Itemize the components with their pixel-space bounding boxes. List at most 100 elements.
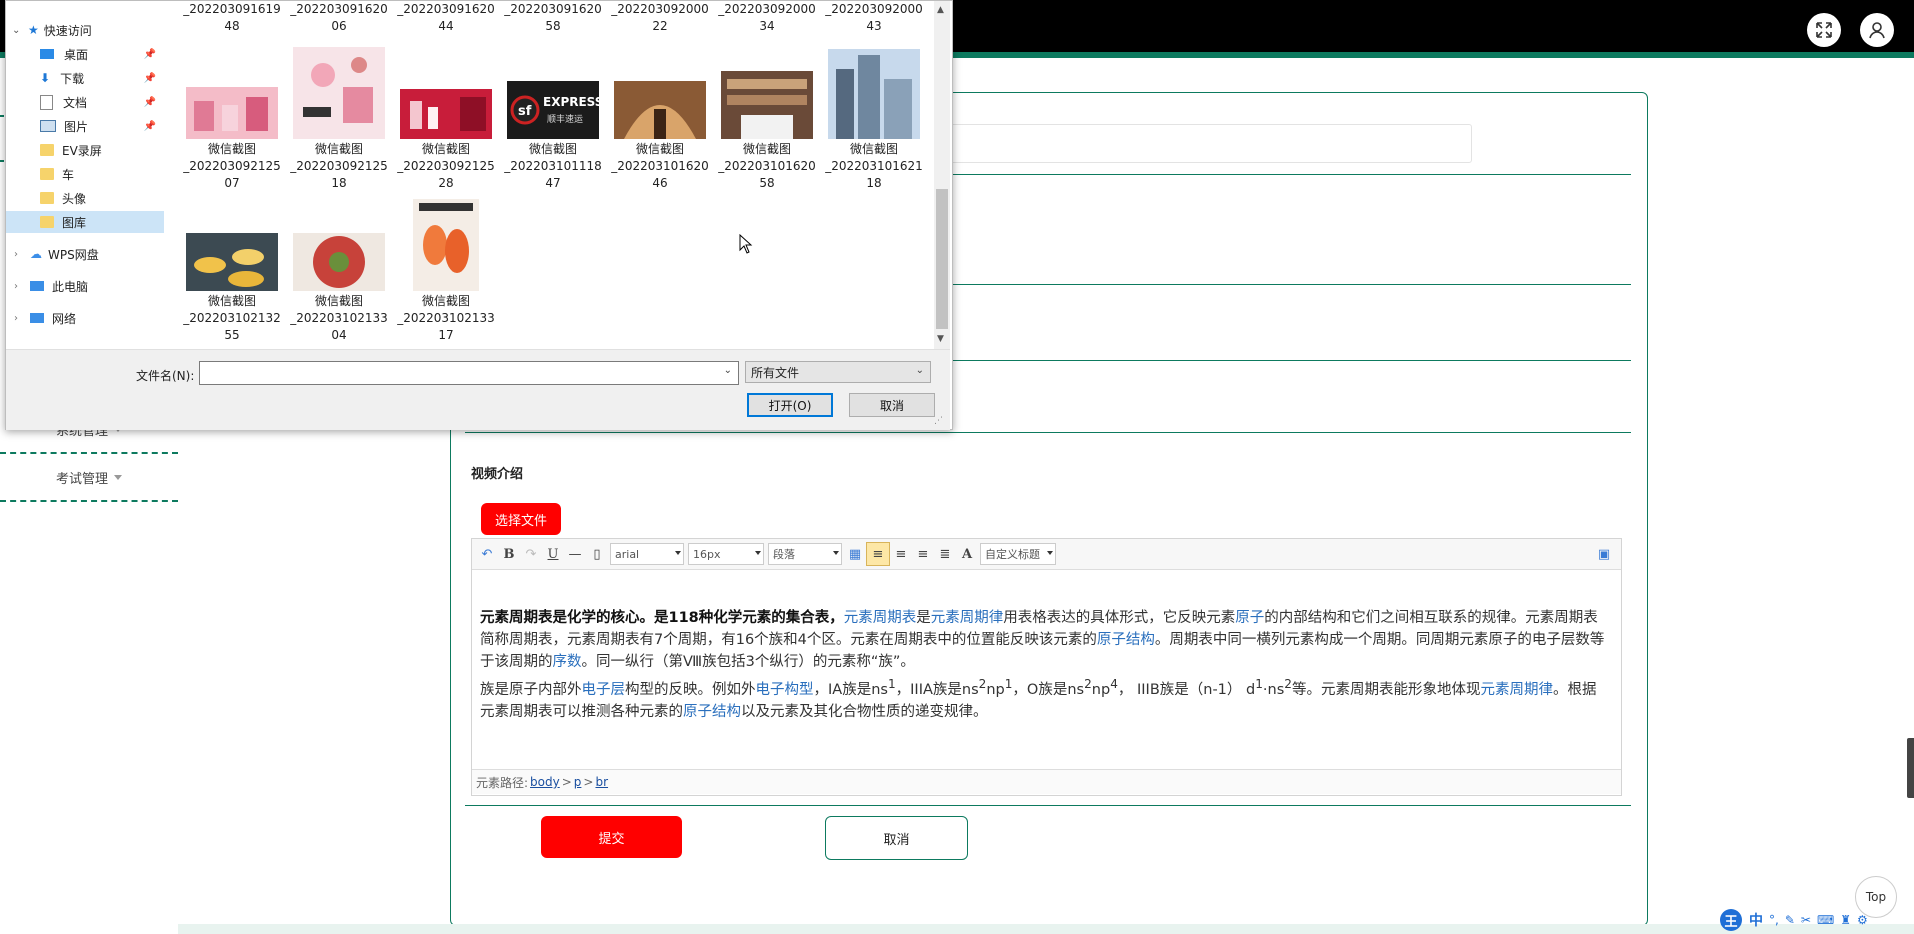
pin-icon: 📌 [143, 96, 156, 108]
paragraph-2: 族是原子内部外电子层构型的反映。例如外电子构型，IA族是ns1，IIIA族是ns… [480, 677, 1597, 720]
rich-text-editor[interactable]: ↶ B ↷ U — ▯ arial 16px 段落 ▦ ≡ ≡ ≡ ≣ A 自定… [471, 538, 1622, 796]
page-icon[interactable]: ▯ [586, 543, 608, 565]
fullscreen-button[interactable] [1807, 13, 1841, 47]
chevron-down-icon: ⌄ [723, 365, 732, 376]
pictures-icon [40, 120, 56, 132]
cloud-icon: ☁ [30, 247, 42, 261]
paragraph-1: 元素周期表是化学的核心。是118种化学元素的集合表，元素周期表是元素周期律用表格… [480, 610, 1605, 670]
file-item[interactable]: 微信截图 _202203101621 18 [824, 49, 924, 192]
scrollbar-thumb[interactable] [936, 189, 948, 329]
text-input[interactable] [950, 124, 1472, 163]
file-item[interactable]: 微信截图 _202203101620 46 [610, 81, 710, 192]
punctuation-icon[interactable]: °, [1769, 913, 1779, 927]
align-justify-icon[interactable]: ≣ [934, 543, 956, 565]
sidebar-divider [0, 500, 178, 502]
expand-icon [1816, 22, 1832, 38]
thumb-text-sf-cn: 顺丰速运 [547, 113, 583, 125]
horizontal-rule-icon[interactable]: — [564, 543, 586, 565]
file-item[interactable]: sf EXPRESS 顺丰速运 微信截图 _202203101118 47 [503, 81, 603, 192]
filename-input[interactable]: ⌄ [199, 361, 739, 385]
download-icon: ⬇ [40, 71, 51, 85]
path-p[interactable]: p [574, 775, 582, 789]
file-item[interactable]: _202203092000 43 [824, 1, 924, 35]
custom-title-select[interactable]: 自定义标题 [980, 543, 1056, 565]
undo-icon[interactable]: ↶ [476, 543, 498, 565]
computer-icon [30, 281, 44, 291]
table-icon[interactable]: ▦ [844, 543, 866, 565]
ime-mode[interactable]: 中 [1749, 910, 1763, 930]
file-item[interactable]: 微信截图 _202203102133 17 [396, 199, 496, 344]
align-right-icon[interactable]: ≡ [890, 543, 912, 565]
thumbnail-image [400, 89, 492, 139]
align-left-icon[interactable]: ≡ [866, 542, 890, 566]
fullscreen-editor-icon[interactable]: ▣ [1593, 543, 1615, 565]
thumbnail-image [186, 87, 278, 139]
file-item[interactable]: 微信截图 _202203092125 18 [289, 47, 389, 192]
file-item[interactable]: _202203092000 22 [610, 1, 710, 35]
file-item[interactable]: 微信截图 _202203102132 55 [182, 199, 282, 344]
thumbnail-image [186, 233, 278, 291]
scroll-down-icon[interactable]: ▼ [937, 334, 944, 344]
file-item[interactable]: _202203091620 58 [503, 1, 603, 35]
file-item[interactable]: _202203092000 34 [717, 1, 817, 35]
nav-downloads[interactable]: ⬇ 下载 📌 [6, 67, 164, 89]
pen-icon[interactable]: ✎ [1785, 913, 1795, 927]
nav-folder-car[interactable]: 车 [6, 163, 164, 185]
nav-folder-ev[interactable]: EV录屏 [6, 139, 164, 161]
open-button[interactable]: 打开(O) [747, 393, 833, 417]
thumbnail-image [293, 47, 385, 139]
nav-quick-access[interactable]: ⌄ ★ 快速访问 [6, 19, 164, 41]
submit-button[interactable]: 提交 [541, 816, 682, 858]
scissors-icon[interactable]: ✂ [1801, 913, 1811, 927]
file-item[interactable]: 微信截图 _202203102133 04 [289, 233, 389, 344]
font-size-select[interactable]: 16px [688, 543, 764, 565]
dialog-footer: 文件名(N): ⌄ 所有文件 ⌄ 打开(O) 取消 ⋰ [6, 349, 950, 430]
side-handle[interactable] [1907, 738, 1914, 798]
keyboard-icon[interactable]: ⌨ [1817, 913, 1834, 927]
file-item[interactable]: _202203091619 48 [182, 1, 282, 35]
dialog-cancel-button[interactable]: 取消 [849, 393, 935, 417]
video-intro-label: 视频介绍 [471, 467, 524, 482]
nav-desktop[interactable]: 桌面 📌 [6, 43, 164, 65]
cancel-button[interactable]: 取消 [825, 816, 968, 860]
file-item[interactable]: 微信截图 _202203092125 07 [182, 47, 282, 192]
vertical-scrollbar[interactable]: ▲ ▼ [934, 1, 950, 349]
scroll-up-icon[interactable]: ▲ [937, 5, 944, 15]
settings-icon[interactable]: ⚙ [1857, 913, 1868, 927]
editor-content[interactable]: 元素周期表是化学的核心。是118种化学元素的集合表，元素周期表是元素周期律用表格… [480, 607, 1610, 723]
user-button[interactable] [1860, 13, 1894, 47]
nav-pictures[interactable]: 图片 📌 [6, 115, 164, 137]
nav-wps-cloud[interactable]: › ☁ WPS网盘 [6, 243, 164, 265]
nav-network[interactable]: › 网络 [6, 307, 164, 329]
file-item[interactable]: _202203091620 44 [396, 1, 496, 35]
font-color-icon[interactable]: A [956, 543, 978, 565]
file-item[interactable]: 微信截图 _202203092125 28 [396, 89, 496, 192]
choose-file-button[interactable]: 选择文件 [481, 503, 561, 535]
thumbnail-image [721, 71, 813, 139]
file-item[interactable]: 微信截图 _202203101620 58 [717, 71, 817, 192]
pin-icon: 📌 [143, 120, 156, 132]
paragraph-select[interactable]: 段落 [768, 543, 842, 565]
nav-this-pc[interactable]: › 此电脑 [6, 275, 164, 297]
pin-icon: 📌 [143, 72, 156, 84]
chevron-right-icon: › [14, 248, 18, 260]
underline-icon[interactable]: U [542, 543, 564, 565]
font-family-select[interactable]: arial [610, 543, 684, 565]
path-br[interactable]: br [595, 775, 608, 789]
align-center-icon[interactable]: ≡ [912, 543, 934, 565]
resize-grip-icon[interactable]: ⋰ [934, 416, 943, 426]
user-icon [1869, 22, 1885, 39]
nav-folder-gallery[interactable]: 图库 [6, 211, 164, 233]
redo-icon[interactable]: ↷ [520, 543, 542, 565]
bold-icon[interactable]: B [498, 543, 520, 565]
nav-folder-avatar[interactable]: 头像 [6, 187, 164, 209]
shirt-icon[interactable]: ♜ [1840, 913, 1851, 927]
caret-down-icon [114, 474, 122, 480]
navigation-pane: ⌄ ★ 快速访问 桌面📌 ⬇ 下载📌 文档📌 图片📌 EV录屏 车 头像 [6, 1, 164, 349]
path-body[interactable]: body [530, 775, 560, 789]
ime-logo-icon[interactable]: 王 [1720, 909, 1742, 931]
file-item[interactable]: _202203091620 06 [289, 1, 389, 35]
nav-documents[interactable]: 文档 📌 [6, 91, 164, 113]
file-type-select[interactable]: 所有文件 ⌄ [745, 361, 931, 383]
sidebar-item-exam[interactable]: 考试管理 [0, 454, 178, 500]
